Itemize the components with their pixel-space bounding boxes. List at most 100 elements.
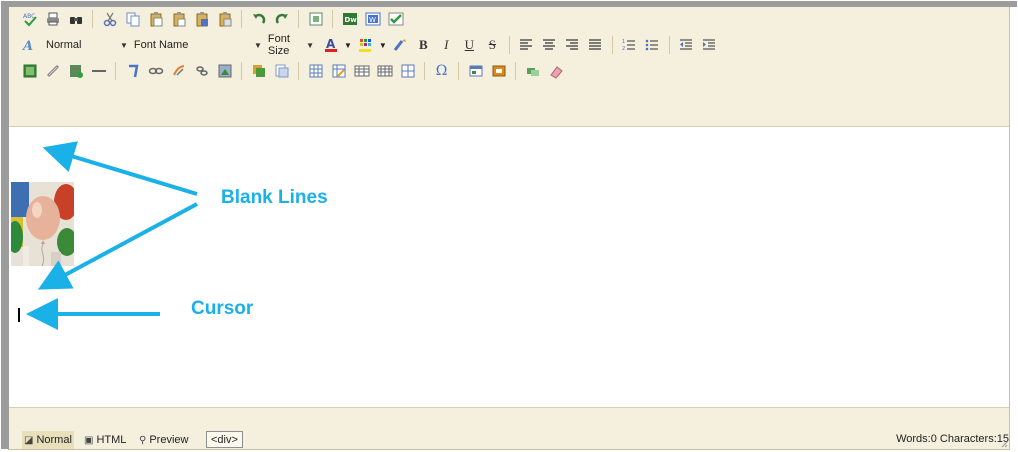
cut-icon[interactable] xyxy=(100,10,119,29)
italic-icon[interactable]: I xyxy=(437,36,456,55)
font-name-select[interactable]: ▼ Font Name xyxy=(117,36,247,54)
blank-lines-label: Blank Lines xyxy=(221,187,328,208)
insert-column-icon[interactable] xyxy=(375,62,394,81)
toolbar-separator xyxy=(241,62,242,80)
paste-word-icon[interactable] xyxy=(192,10,211,29)
print-icon[interactable] xyxy=(43,10,62,29)
toolbar-separator xyxy=(298,62,299,80)
svg-text:A: A xyxy=(326,37,336,51)
insert-table-icon[interactable] xyxy=(306,62,325,81)
toolbar-row-3: Ω xyxy=(20,60,565,82)
redo-icon[interactable] xyxy=(272,10,291,29)
undo-icon[interactable] xyxy=(249,10,268,29)
table-properties-icon[interactable] xyxy=(329,62,348,81)
balloons-image[interactable] xyxy=(11,182,74,266)
toolbar-separator xyxy=(424,62,425,80)
font-size-select[interactable]: ▼ Font Size ▼ xyxy=(251,33,317,57)
indent-icon[interactable] xyxy=(700,36,719,55)
highlight-color-icon[interactable] xyxy=(356,36,375,55)
checkmark-icon[interactable] xyxy=(386,10,405,29)
svg-text:Dw: Dw xyxy=(344,16,357,24)
insert-box-alt-icon[interactable] xyxy=(489,62,508,81)
tab-preview-label: Preview xyxy=(149,434,189,446)
toolbar-row-2: A Normal ▼ Font Name ▼ Font Size ▼ A ▼ ▼ B … xyxy=(20,33,719,57)
tab-html-label: HTML xyxy=(96,434,127,446)
magnifier-icon: ⚲ xyxy=(139,434,147,446)
toolbar-separator xyxy=(611,36,613,54)
tag-selector-div[interactable]: <div> xyxy=(206,431,243,448)
insert-media-icon[interactable] xyxy=(66,62,85,81)
tab-normal-label: Normal xyxy=(36,434,72,446)
eraser-icon[interactable] xyxy=(546,62,565,81)
copy-icon[interactable] xyxy=(123,10,142,29)
hyperlink-icon[interactable] xyxy=(192,62,211,81)
underline-icon[interactable]: U xyxy=(460,36,479,55)
insert-row-icon[interactable] xyxy=(352,62,371,81)
ordered-list-icon[interactable]: 12 xyxy=(620,36,639,55)
horizontal-rule-icon[interactable] xyxy=(89,62,108,81)
align-justify-icon[interactable] xyxy=(586,36,605,55)
image-map-icon[interactable] xyxy=(215,62,234,81)
svg-text:1: 1 xyxy=(622,39,625,45)
paragraph-style-value: Normal xyxy=(46,39,82,51)
toolbar-separator xyxy=(115,62,116,80)
outdent-icon[interactable] xyxy=(677,36,696,55)
insert-layer-icon[interactable] xyxy=(523,62,542,81)
chevron-down-icon: ▼ xyxy=(254,40,262,50)
design-mode-icon: ◪ xyxy=(24,434,34,446)
editor-content-area[interactable] xyxy=(9,126,1009,408)
toolbar-separator xyxy=(332,10,333,28)
select-all-icon[interactable] xyxy=(306,10,325,29)
word-icon[interactable]: W xyxy=(363,10,382,29)
resize-grip-icon[interactable] xyxy=(1000,440,1008,448)
toolbar-separator xyxy=(92,10,93,28)
unordered-list-icon[interactable] xyxy=(643,36,662,55)
toolbar-row-1: ABC Dw W xyxy=(20,8,405,30)
cell-properties-icon[interactable] xyxy=(398,62,417,81)
dreamweaver-icon[interactable]: Dw xyxy=(340,10,359,29)
tab-preview[interactable]: ⚲ Preview xyxy=(137,431,190,449)
chevron-down-icon[interactable]: ▼ xyxy=(344,41,352,50)
toolbar-separator xyxy=(298,10,299,28)
spellcheck-icon[interactable]: ABC xyxy=(20,10,39,29)
align-center-icon[interactable] xyxy=(540,36,559,55)
font-color-icon[interactable]: A xyxy=(321,36,340,55)
svg-text:A: A xyxy=(22,39,33,53)
status-bar: ◪ Normal ▣ HTML ⚲ Preview <div> Words:0 … xyxy=(9,409,1009,449)
insert-template-icon[interactable] xyxy=(272,62,291,81)
toolbar-separator xyxy=(241,10,242,28)
bold-icon[interactable]: B xyxy=(414,36,433,55)
cursor-label: Cursor xyxy=(191,298,254,319)
unlink-icon[interactable] xyxy=(169,62,188,81)
align-right-icon[interactable] xyxy=(563,36,582,55)
svg-text:2: 2 xyxy=(622,46,625,52)
chevron-down-icon: ▼ xyxy=(306,40,314,50)
special-character-icon[interactable]: Ω xyxy=(432,62,451,81)
link-icon[interactable] xyxy=(146,62,165,81)
insert-anchor-icon[interactable] xyxy=(123,62,142,81)
font-size-value: Font Size xyxy=(267,33,290,57)
align-left-icon[interactable] xyxy=(517,36,536,55)
toolbar-separator xyxy=(515,62,516,80)
insert-form-icon[interactable] xyxy=(249,62,268,81)
paste-text-icon[interactable] xyxy=(169,10,188,29)
format-painter-icon[interactable] xyxy=(391,36,410,55)
paste-icon[interactable] xyxy=(146,10,165,29)
insert-image-icon[interactable] xyxy=(20,62,39,81)
text-cursor xyxy=(18,308,20,322)
find-icon[interactable] xyxy=(66,10,85,29)
paste-special-icon[interactable] xyxy=(215,10,234,29)
insert-box-icon[interactable] xyxy=(466,62,485,81)
font-name-value: Font Name xyxy=(133,39,189,51)
chevron-down-icon[interactable]: ▼ xyxy=(379,41,387,50)
svg-text:W: W xyxy=(369,16,376,24)
style-icon[interactable]: A xyxy=(20,36,39,55)
strikethrough-icon[interactable]: S xyxy=(483,36,502,55)
paragraph-style-select[interactable]: Normal xyxy=(43,36,113,54)
tab-normal[interactable]: ◪ Normal xyxy=(22,431,74,449)
toolbar-separator xyxy=(508,36,510,54)
word-character-count: Words:0 Characters:15 xyxy=(896,433,1009,445)
html-mode-icon: ▣ xyxy=(84,434,94,446)
tab-html[interactable]: ▣ HTML xyxy=(82,431,128,449)
insert-link-icon[interactable] xyxy=(43,62,62,81)
